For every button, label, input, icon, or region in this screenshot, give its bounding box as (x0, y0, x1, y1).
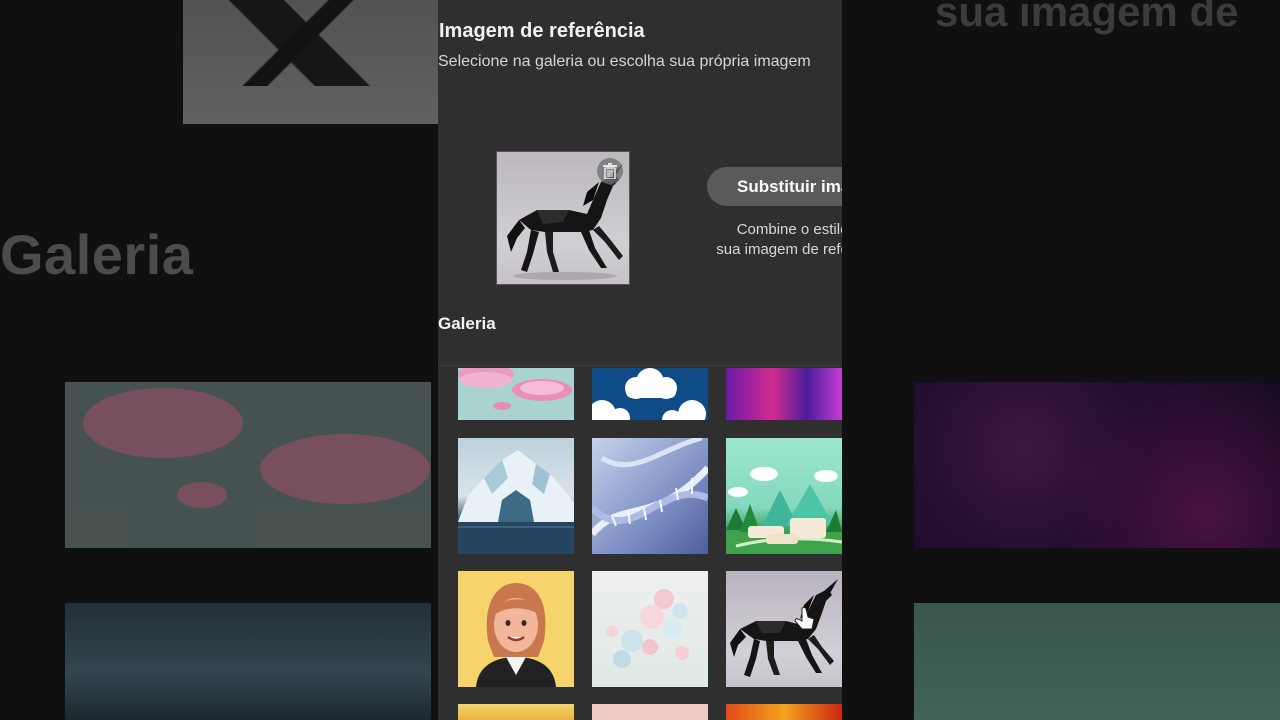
gallery-title: Galeria (438, 314, 496, 333)
gallery-item-pastel-bubbles[interactable] (592, 571, 708, 687)
gallery-item-yellow-forest[interactable] (458, 704, 574, 720)
gallery-item-pink-lettering[interactable] (592, 704, 708, 720)
replace-description: Combine o estilo de sua imagem de referê… (716, 221, 842, 258)
gallery-grid (438, 365, 842, 720)
panel-subtitle: Selecione na galeria ou escolha sua próp… (438, 53, 811, 70)
gallery-item-fire-swirls[interactable] (726, 704, 842, 720)
reference-image-thumbnail[interactable] (496, 151, 630, 285)
delete-reference-button[interactable] (597, 158, 623, 184)
panel-title: Imagem de referência (439, 20, 645, 42)
gallery-item-cartoon-woman-avatar[interactable] (458, 571, 574, 687)
gallery-item-holographic[interactable] (726, 368, 842, 420)
gallery-item-iceberg[interactable] (458, 438, 574, 554)
gallery-item-origami-unicorn[interactable] (726, 571, 842, 687)
replace-image-button[interactable]: Substituir imagem (707, 167, 842, 206)
gallery-item-clouds-blue[interactable] (592, 368, 708, 420)
gallery-item-green-landscape-podiums[interactable] (726, 438, 842, 554)
reference-image-panel: Imagem de referência Selecione na galeri… (438, 0, 842, 720)
trash-icon (603, 163, 617, 179)
gallery-item-pink-discs[interactable] (458, 368, 574, 420)
gallery-item-dna-helix[interactable] (592, 438, 708, 554)
